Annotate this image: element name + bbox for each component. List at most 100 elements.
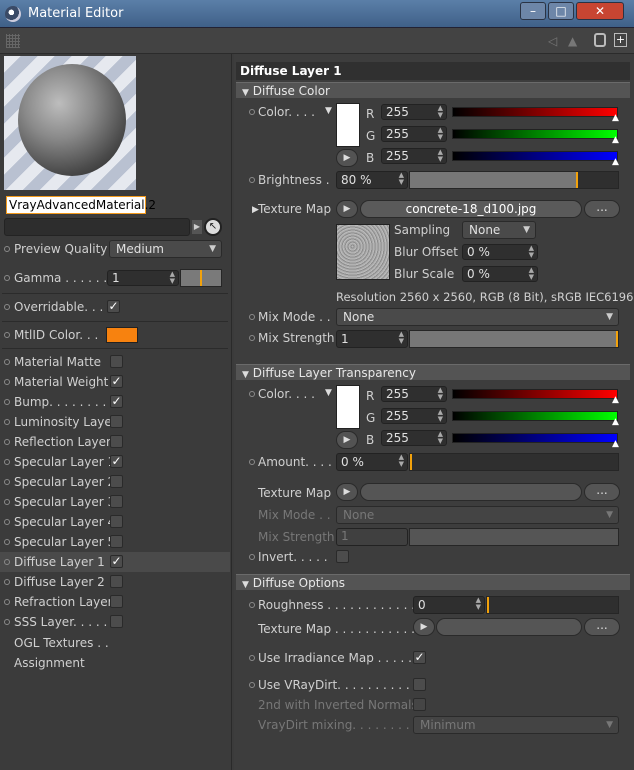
b-slider-handle[interactable]: ▲ <box>612 157 619 167</box>
vraydirt-checkbox[interactable] <box>413 678 426 691</box>
spinner-icon[interactable]: ▲ ▼ <box>438 127 443 141</box>
channel-checkbox[interactable]: ✓ <box>110 375 123 388</box>
channel-checkbox[interactable] <box>110 475 123 488</box>
channel-checkbox[interactable] <box>110 535 123 548</box>
spinner-icon[interactable]: ▲ ▼ <box>438 149 443 163</box>
channel-checkbox[interactable] <box>110 495 123 508</box>
preview-quality-dot[interactable] <box>4 246 10 252</box>
back-arrow-icon[interactable]: ◁ <box>548 34 557 48</box>
amount-slider-handle[interactable] <box>410 454 412 470</box>
assignment-item[interactable]: Assignment <box>14 656 85 670</box>
roughness-dot[interactable] <box>249 602 255 608</box>
channel-checkbox[interactable]: ✓ <box>110 555 123 568</box>
channel-dot[interactable] <box>4 499 10 505</box>
brightness-slider-handle[interactable] <box>576 172 578 188</box>
channel-dot[interactable] <box>4 419 10 425</box>
gamma-slider-handle[interactable] <box>200 270 202 286</box>
invert-checkbox[interactable] <box>336 550 349 563</box>
channel-dot[interactable] <box>4 479 10 485</box>
channel-dot[interactable] <box>4 619 10 625</box>
trans-r-slider[interactable] <box>452 389 618 399</box>
transparency-color-swatch[interactable] <box>336 385 360 429</box>
channel-row[interactable]: Diffuse Layer 1 ✓ <box>0 552 230 572</box>
channel-checkbox[interactable] <box>110 615 123 628</box>
up-arrow-icon[interactable]: ▲ <box>568 34 577 48</box>
g-slider[interactable] <box>452 129 618 139</box>
channel-row[interactable]: Specular Layer 1 ✓ <box>0 452 230 472</box>
trans-g-slider[interactable] <box>452 411 618 421</box>
trans-texture-field[interactable] <box>360 483 582 501</box>
trans-color-dot[interactable] <box>249 391 255 397</box>
blur-offset-input[interactable]: 0 % ▲ ▼ <box>462 244 538 260</box>
gamma-input[interactable]: 1 ▲ ▼ <box>107 270 179 286</box>
channel-checkbox[interactable] <box>110 595 123 608</box>
mtlid-color-swatch[interactable] <box>106 327 138 343</box>
preview-quality-dropdown[interactable]: Medium ▼ <box>109 240 222 258</box>
overridable-checkbox[interactable]: ✓ <box>107 300 120 313</box>
channel-row[interactable]: Specular Layer 4 <box>0 512 230 532</box>
mix-mode-dot[interactable] <box>249 314 255 320</box>
brightness-slider[interactable] <box>409 171 619 189</box>
color-dot[interactable] <box>249 109 255 115</box>
channel-row[interactable]: SSS Layer. . . . . . <box>0 612 230 632</box>
options-texture-field[interactable] <box>436 618 582 636</box>
diffuse-color-swatch[interactable] <box>336 103 360 147</box>
trans-g-slider-handle[interactable]: ▲ <box>612 417 619 427</box>
channel-row[interactable]: Reflection Layer <box>0 432 230 452</box>
channel-checkbox[interactable] <box>110 515 123 528</box>
trans-mix-strength-input[interactable]: 1 <box>336 528 408 546</box>
spinner-icon[interactable]: ▲ ▼ <box>438 409 443 423</box>
inverted-normals-checkbox[interactable] <box>413 698 426 711</box>
invert-dot[interactable] <box>249 554 255 560</box>
trans-mix-strength-slider[interactable] <box>409 528 619 546</box>
roughness-input[interactable]: 0 ▲ ▼ <box>413 596 485 614</box>
texture-browse-button[interactable]: ... <box>584 200 620 218</box>
material-link-field[interactable] <box>4 218 190 236</box>
roughness-slider-handle[interactable] <box>487 597 489 613</box>
maximize-button[interactable]: □ <box>548 2 574 20</box>
trans-r-input[interactable]: 255 ▲ ▼ <box>381 386 447 402</box>
channel-dot[interactable] <box>4 399 10 405</box>
b-slider[interactable] <box>452 151 618 161</box>
texture-file-button[interactable]: concrete-18_d100.jpg <box>360 200 582 218</box>
channel-checkbox[interactable] <box>110 575 123 588</box>
channel-dot[interactable] <box>4 359 10 365</box>
trans-texture-browse-button[interactable]: ... <box>584 483 620 501</box>
material-preview[interactable] <box>4 56 136 190</box>
channel-checkbox[interactable] <box>110 435 123 448</box>
color-menu-icon[interactable]: ▼ <box>325 388 332 398</box>
spinner-icon[interactable]: ▲ ▼ <box>170 271 175 285</box>
channel-dot[interactable] <box>4 459 10 465</box>
g-slider-handle[interactable]: ▲ <box>612 135 619 145</box>
g-input[interactable]: 255 ▲ ▼ <box>381 126 447 142</box>
channel-dot[interactable] <box>4 539 10 545</box>
channel-dot[interactable] <box>4 439 10 445</box>
minimize-button[interactable]: – <box>520 2 546 20</box>
trans-g-input[interactable]: 255 ▲ ▼ <box>381 408 447 424</box>
diffuse-color-header[interactable]: ▼ Diffuse Color <box>236 82 630 98</box>
channel-row[interactable]: Material Matte <box>0 352 230 372</box>
spinner-icon[interactable]: ▲ ▼ <box>476 597 481 611</box>
r-slider-handle[interactable]: ▲ <box>612 113 619 123</box>
lock-icon[interactable] <box>594 33 606 47</box>
channel-dot[interactable] <box>4 599 10 605</box>
spinner-icon[interactable]: ▲ ▼ <box>529 245 534 259</box>
mix-strength-dot[interactable] <box>249 335 255 341</box>
trans-r-slider-handle[interactable]: ▲ <box>612 395 619 405</box>
vraydirt-dot[interactable] <box>249 682 255 688</box>
color-picker-button[interactable]: ▶ <box>336 149 358 167</box>
channel-row[interactable]: Refraction Layer <box>0 592 230 612</box>
blur-scale-input[interactable]: 0 % ▲ ▼ <box>462 266 538 282</box>
r-input[interactable]: 255 ▲ ▼ <box>381 104 447 120</box>
channel-row[interactable]: Specular Layer 2 <box>0 472 230 492</box>
channel-row[interactable]: Luminosity Layer <box>0 412 230 432</box>
brightness-input[interactable]: 80 % ▲ ▼ <box>336 171 408 189</box>
link-arrow-button[interactable]: ▶ <box>192 220 202 234</box>
transparency-header[interactable]: ▼ Diffuse Layer Transparency <box>236 364 630 380</box>
trans-b-slider-handle[interactable]: ▲ <box>612 439 619 449</box>
trans-texture-menu-button[interactable]: ▶ <box>336 483 358 501</box>
trans-b-slider[interactable] <box>452 433 618 443</box>
amount-dot[interactable] <box>249 459 255 465</box>
channel-dot[interactable] <box>4 519 10 525</box>
gamma-dot[interactable] <box>4 275 10 281</box>
